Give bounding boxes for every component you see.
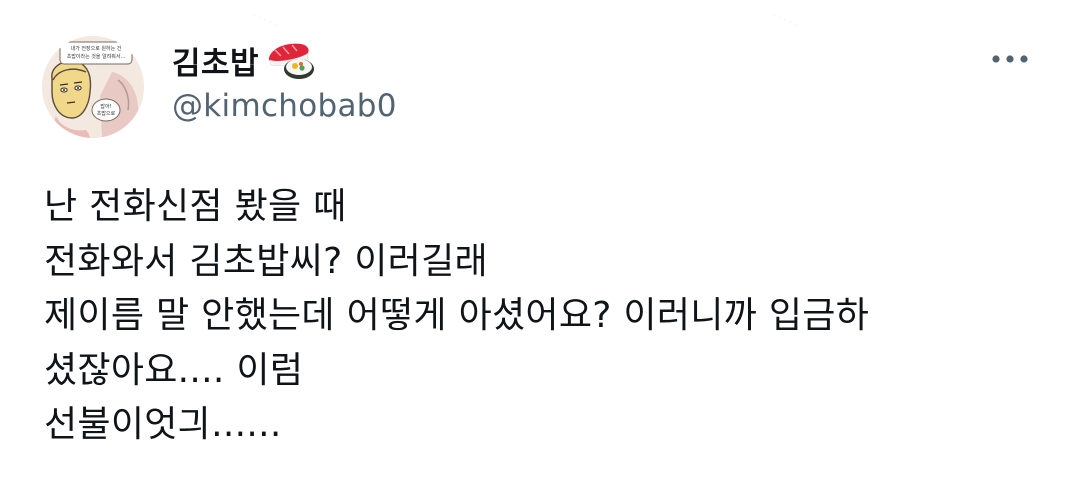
watermark: ·····: [247, 5, 282, 36]
avatar-speech-top-2: 초밥이라는 것을 알려줘서...: [67, 53, 126, 60]
tweet-text-line: 전화와서 김초밥씨? 이러길래: [44, 240, 488, 282]
watermark: ·····: [767, 5, 802, 36]
avatar[interactable]: 내가 전장으로 원하는 건 초밥이라는 것을 알려줘서... 밥아! 초밥으로: [42, 36, 144, 138]
tweet-card: ····· ····· 내가 전장으로 원하는 건 초밥이라는 것을 알려줘서.…: [0, 0, 1080, 503]
tweet-text-line: 난 전화신점 봤을 때: [44, 186, 347, 227]
display-name[interactable]: 김초밥: [172, 38, 259, 83]
author-handle[interactable]: @kimchobab0: [172, 88, 397, 124]
avatar-speech-bottom-1: 밥아!: [100, 103, 111, 110]
tweet-text-line: 셨잖아요.... 이럼: [44, 349, 304, 391]
avatar-illustration: 내가 전장으로 원하는 건 초밥이라는 것을 알려줘서... 밥아! 초밥으로: [42, 36, 144, 138]
author-name-row: 김초밥: [172, 38, 319, 82]
tweet-text: 난 전화신점 봤을 때 전화와서 김초밥씨? 이러길래 제이름 말 안했는데 어…: [44, 180, 1054, 453]
tweet-text-line: 제이름 말 안했는데 어떻게 아셨어요? 이러니까 입금하: [44, 295, 870, 336]
tweet-text-line: 선불이엇긔......: [44, 404, 282, 445]
avatar-speech-top-1: 내가 전장으로 원하는 건: [71, 45, 122, 52]
more-horizontal-icon: [992, 55, 1028, 63]
sushi-icon: [268, 43, 315, 79]
avatar-speech-bottom-2: 초밥으로: [97, 110, 116, 117]
more-options-button[interactable]: [985, 40, 1035, 78]
